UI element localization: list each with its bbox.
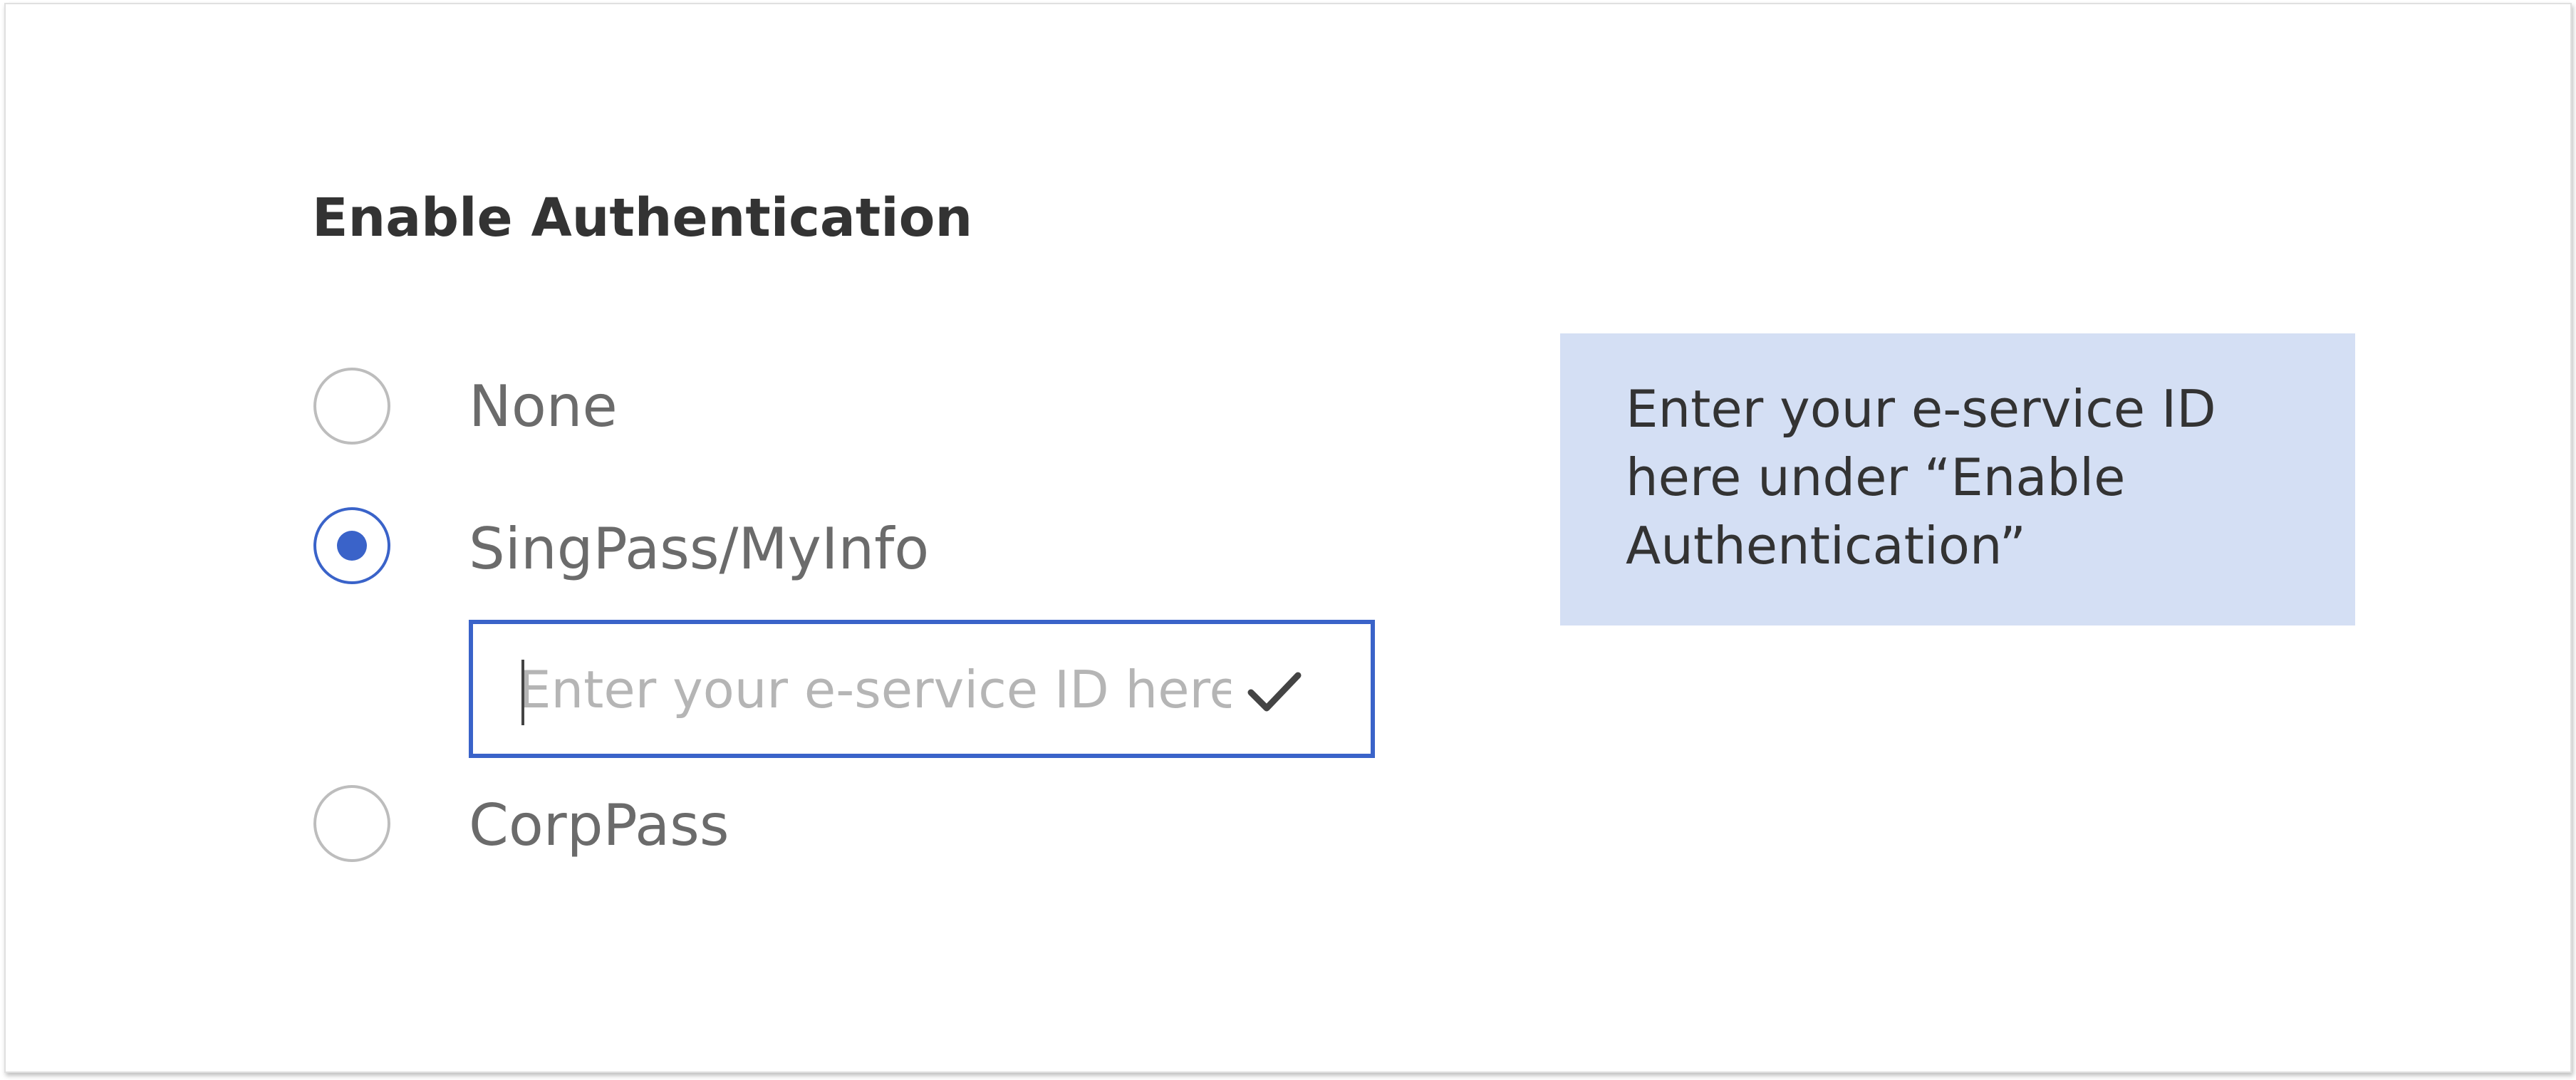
section-title: Enable Authentication	[312, 187, 973, 249]
radio-label-singpass-myinfo[interactable]: SingPass/MyInfo	[469, 510, 929, 588]
radio-corppass[interactable]	[313, 785, 390, 862]
eservice-id-input[interactable]	[519, 653, 1231, 727]
radio-selected-dot	[337, 531, 367, 561]
radio-none[interactable]	[313, 368, 390, 445]
eservice-id-field[interactable]	[469, 620, 1375, 758]
radio-label-none[interactable]: None	[469, 368, 618, 446]
instruction-callout: Enter your e-service ID here under “Enab…	[1560, 333, 2355, 625]
checkmark-icon[interactable]	[1242, 660, 1307, 724]
text-cursor	[521, 660, 524, 725]
radio-label-corppass[interactable]: CorpPass	[469, 786, 729, 865]
authentication-settings-panel: Enable Authentication None SingPass/MyIn…	[4, 3, 2572, 1073]
callout-text: Enter your e-service ID here under “Enab…	[1626, 379, 2216, 576]
radio-singpass-myinfo[interactable]	[313, 507, 390, 584]
